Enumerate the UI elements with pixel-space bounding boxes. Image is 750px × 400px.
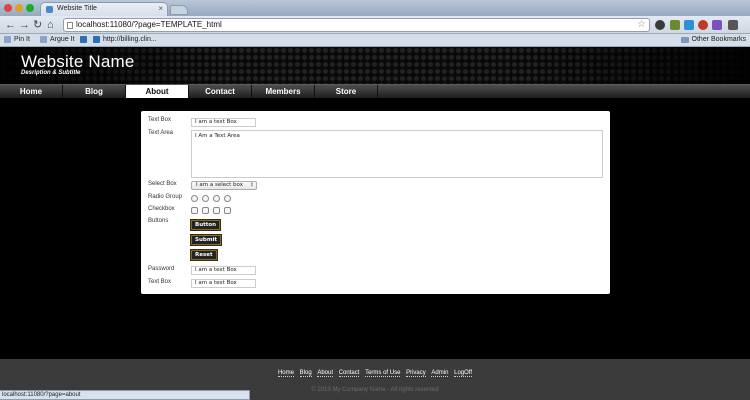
home-icon[interactable]: ⌂	[47, 18, 54, 32]
browser-tab-title: Website Title	[57, 5, 97, 12]
bookmark-label: Pin It	[14, 36, 30, 43]
submit-button[interactable]: Submit	[191, 235, 222, 245]
text-area-label: Text Area	[148, 130, 174, 136]
password-label: Password	[148, 266, 175, 272]
footer-link-home[interactable]: Home	[277, 370, 294, 377]
footer-link-about[interactable]: About	[317, 370, 334, 377]
nav-item-members[interactable]: Members	[252, 85, 315, 98]
select-box[interactable]: I am a select box ⇕	[191, 181, 257, 190]
buttons-label: Buttons	[148, 218, 169, 224]
footer-link-admin[interactable]: Admin	[431, 370, 449, 377]
footer-link-contact[interactable]: Contact	[338, 370, 360, 377]
zoom-window-button[interactable]	[26, 4, 34, 12]
footer-link-blog[interactable]: Blog	[299, 370, 312, 377]
bookmark-item[interactable]: Pin It	[4, 36, 30, 43]
site-header: Website Name Desription & Subtitle	[0, 47, 750, 84]
back-arrow-icon[interactable]: ←	[5, 18, 16, 32]
footer-links: Home Blog About Contact Terms of Use Pri…	[0, 370, 750, 377]
folder-icon	[680, 36, 689, 43]
main-nav: Home Blog About Contact Members Store	[0, 84, 750, 98]
checkbox[interactable]	[202, 207, 209, 214]
browser-status-bar: localhost:11080/?page=about	[0, 390, 250, 400]
favicon-icon	[46, 6, 53, 13]
reload-icon[interactable]: ↻	[33, 18, 42, 32]
text-box-label: Text Box	[148, 117, 172, 123]
wordpress-icon	[80, 36, 87, 43]
form-card: Text Box I am a text Box Text Area I Am …	[141, 111, 610, 294]
browser-tab-bar: Website Title ×	[0, 0, 750, 16]
close-icon[interactable]: ×	[158, 4, 163, 13]
select-box-value: I am a select box	[196, 182, 243, 188]
checkbox-label: Checkbox	[148, 206, 175, 212]
reset-button[interactable]: Reset	[191, 250, 217, 260]
other-bookmarks-label: Other Bookmarks	[691, 36, 746, 43]
nav-item-contact[interactable]: Contact	[189, 85, 252, 98]
extension-icon[interactable]	[698, 20, 708, 30]
page-icon	[67, 22, 73, 29]
minimize-window-button[interactable]	[15, 4, 23, 12]
bookmark-item[interactable]: Argue It	[40, 36, 75, 43]
text-area-input[interactable]: I Am a Text Area	[191, 130, 603, 178]
bookmark-label: http://billing.clin...	[103, 36, 157, 43]
radio-button[interactable]	[213, 195, 220, 202]
site-name[interactable]: Website Name	[21, 52, 135, 72]
wrench-icon[interactable]	[655, 20, 665, 30]
bookmark-icon	[40, 36, 47, 43]
nav-item-about[interactable]: About	[126, 85, 189, 98]
close-window-button[interactable]	[4, 4, 12, 12]
password-input[interactable]: I am a text Box	[191, 266, 256, 275]
browser-tab[interactable]: Website Title ×	[40, 2, 168, 16]
checkbox[interactable]	[213, 207, 220, 214]
extension-icon[interactable]	[670, 20, 680, 30]
bookmark-item[interactable]	[80, 36, 87, 43]
radio-button[interactable]	[191, 195, 198, 202]
nav-item-blog[interactable]: Blog	[63, 85, 126, 98]
site-subtitle: Desription & Subtitle	[21, 70, 81, 76]
text-box-2-label: Text Box	[148, 279, 172, 285]
other-bookmarks[interactable]: Other Bookmarks	[680, 36, 746, 43]
address-bar[interactable]: localhost:11080/?page=TEMPLATE_html ☆	[63, 18, 650, 32]
settings-icon[interactable]	[728, 20, 738, 30]
nav-item-store[interactable]: Store	[315, 85, 378, 98]
bookmark-icon	[4, 36, 11, 43]
wordpress-icon	[93, 36, 100, 43]
select-arrows-icon: ⇕	[249, 182, 254, 188]
nav-item-home[interactable]: Home	[0, 85, 63, 98]
address-url: localhost:11080/?page=TEMPLATE_html	[76, 20, 222, 29]
bookmark-label: Argue It	[50, 36, 75, 43]
new-tab-button[interactable]	[170, 5, 188, 15]
footer-link-privacy[interactable]: Privacy	[406, 370, 426, 377]
radio-button[interactable]	[224, 195, 231, 202]
checkbox[interactable]	[191, 207, 198, 214]
text-box-2-input[interactable]: I am a text Box	[191, 279, 256, 288]
forward-arrow-icon[interactable]: →	[19, 18, 30, 32]
extension-icon[interactable]	[684, 20, 694, 30]
bookmark-item[interactable]: http://billing.clin...	[93, 36, 157, 43]
button-button[interactable]: Button	[191, 220, 221, 230]
bookmarks-bar: Pin It Argue It http://billing.clin... O…	[0, 34, 750, 47]
browser-toolbar: ← → ↻ ⌂ localhost:11080/?page=TEMPLATE_h…	[0, 16, 750, 34]
checkbox[interactable]	[224, 207, 231, 214]
radio-group-label: Radio Group	[148, 194, 183, 200]
footer-link-terms[interactable]: Terms of Use	[365, 370, 401, 377]
extension-icon[interactable]	[712, 20, 722, 30]
bookmark-star-icon[interactable]: ☆	[637, 19, 646, 31]
select-box-label: Select Box	[148, 181, 177, 187]
radio-button[interactable]	[202, 195, 209, 202]
text-box-input[interactable]: I am a text Box	[191, 118, 256, 127]
footer-link-logoff[interactable]: LogOff	[454, 370, 473, 377]
